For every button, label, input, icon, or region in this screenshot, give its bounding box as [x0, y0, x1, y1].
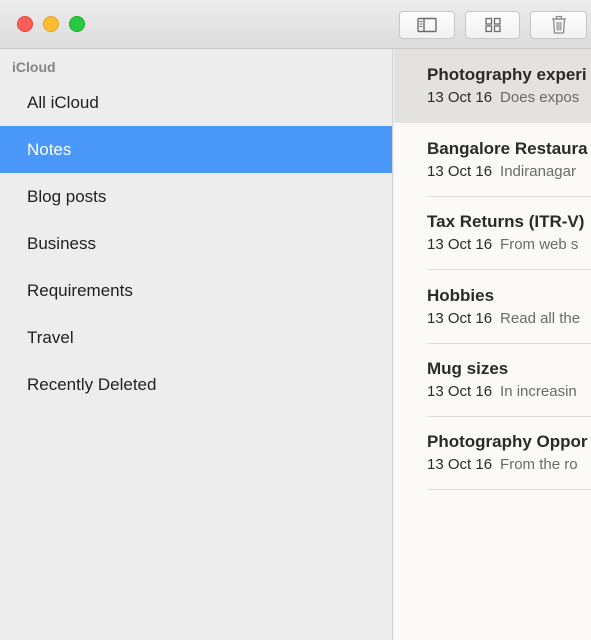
note-list-item[interactable]: Hobbies 13 Oct 16 Read all the: [394, 270, 591, 344]
note-meta: 13 Oct 16 Read all the: [427, 310, 580, 327]
note-preview: Read all the: [500, 310, 581, 327]
note-title: Photography Oppor: [427, 432, 588, 451]
sidebar-item-label: Blog posts: [27, 186, 107, 206]
grid-icon: [484, 17, 501, 33]
trash-icon: [551, 15, 566, 34]
sidebar-item-recently-deleted[interactable]: Recently Deleted: [0, 361, 392, 408]
note-meta: 13 Oct 16 Indiranagar: [427, 163, 576, 180]
sidebar-item-travel[interactable]: Travel: [0, 314, 392, 361]
sidebar-item-label: Recently Deleted: [27, 374, 157, 394]
note-list-item[interactable]: Bangalore Restaura 13 Oct 16 Indiranagar: [394, 123, 591, 197]
sidebar-item-label: Requirements: [27, 280, 133, 300]
note-list-item[interactable]: Mug sizes 13 Oct 16 In increasin: [394, 343, 591, 417]
sidebar-item-label: Business: [27, 233, 96, 253]
note-title: Hobbies: [427, 286, 495, 305]
note-preview: From web s: [500, 236, 579, 253]
note-list-item[interactable]: Tax Returns (ITR-V) 13 Oct 16 From web s: [394, 196, 591, 270]
note-date: 13 Oct 16: [427, 89, 493, 106]
toggle-sidebar-button[interactable]: [399, 11, 455, 39]
delete-note-button[interactable]: [530, 11, 587, 39]
note-preview: Indiranagar: [500, 163, 576, 180]
note-separator: [427, 489, 591, 490]
note-meta: 13 Oct 16 Does expos: [427, 89, 579, 106]
folders-sidebar: iCloud All iCloud Notes Blog posts Busin…: [0, 49, 393, 640]
sidebar-item-all-icloud[interactable]: All iCloud: [0, 79, 392, 126]
sidebar-item-requirements[interactable]: Requirements: [0, 267, 392, 314]
zoom-window-button[interactable]: [69, 16, 85, 32]
sidebar-toggle-icon: [417, 17, 437, 33]
note-preview: In increasin: [500, 383, 577, 400]
note-title: Tax Returns (ITR-V): [427, 212, 585, 231]
note-meta: 13 Oct 16 From the ro: [427, 456, 578, 473]
note-date: 13 Oct 16: [427, 163, 493, 180]
notes-list: Photography experi 13 Oct 16 Does expos B…: [394, 49, 591, 640]
note-date: 13 Oct 16: [427, 383, 493, 400]
close-window-button[interactable]: [17, 16, 33, 32]
note-meta: 13 Oct 16 In increasin: [427, 383, 577, 400]
sidebar-item-label: Travel: [27, 327, 74, 347]
sidebar-item-blog-posts[interactable]: Blog posts: [0, 173, 392, 220]
sidebar-item-business[interactable]: Business: [0, 220, 392, 267]
minimize-window-button[interactable]: [43, 16, 59, 32]
note-date: 13 Oct 16: [427, 456, 493, 473]
note-meta: 13 Oct 16 From web s: [427, 236, 578, 253]
sidebar-section-header: iCloud: [12, 59, 56, 75]
note-list-item[interactable]: Photography Oppor 13 Oct 16 From the ro: [394, 416, 591, 490]
note-title: Bangalore Restaura: [427, 139, 588, 158]
sidebar-item-notes[interactable]: Notes: [0, 126, 392, 173]
note-title: Photography experi: [427, 65, 587, 84]
sidebar-item-label: All iCloud: [27, 92, 99, 112]
attachments-browser-button[interactable]: [465, 11, 520, 39]
note-list-item[interactable]: Photography experi 13 Oct 16 Does expos: [394, 49, 591, 123]
notes-window: iCloud All iCloud Notes Blog posts Busin…: [0, 0, 591, 640]
note-preview: Does expos: [500, 89, 580, 106]
note-preview: From the ro: [500, 456, 578, 473]
title-bar[interactable]: [0, 0, 591, 49]
note-date: 13 Oct 16: [427, 236, 493, 253]
note-title: Mug sizes: [427, 359, 509, 378]
note-date: 13 Oct 16: [427, 310, 493, 327]
sidebar-item-label: Notes: [27, 139, 72, 159]
